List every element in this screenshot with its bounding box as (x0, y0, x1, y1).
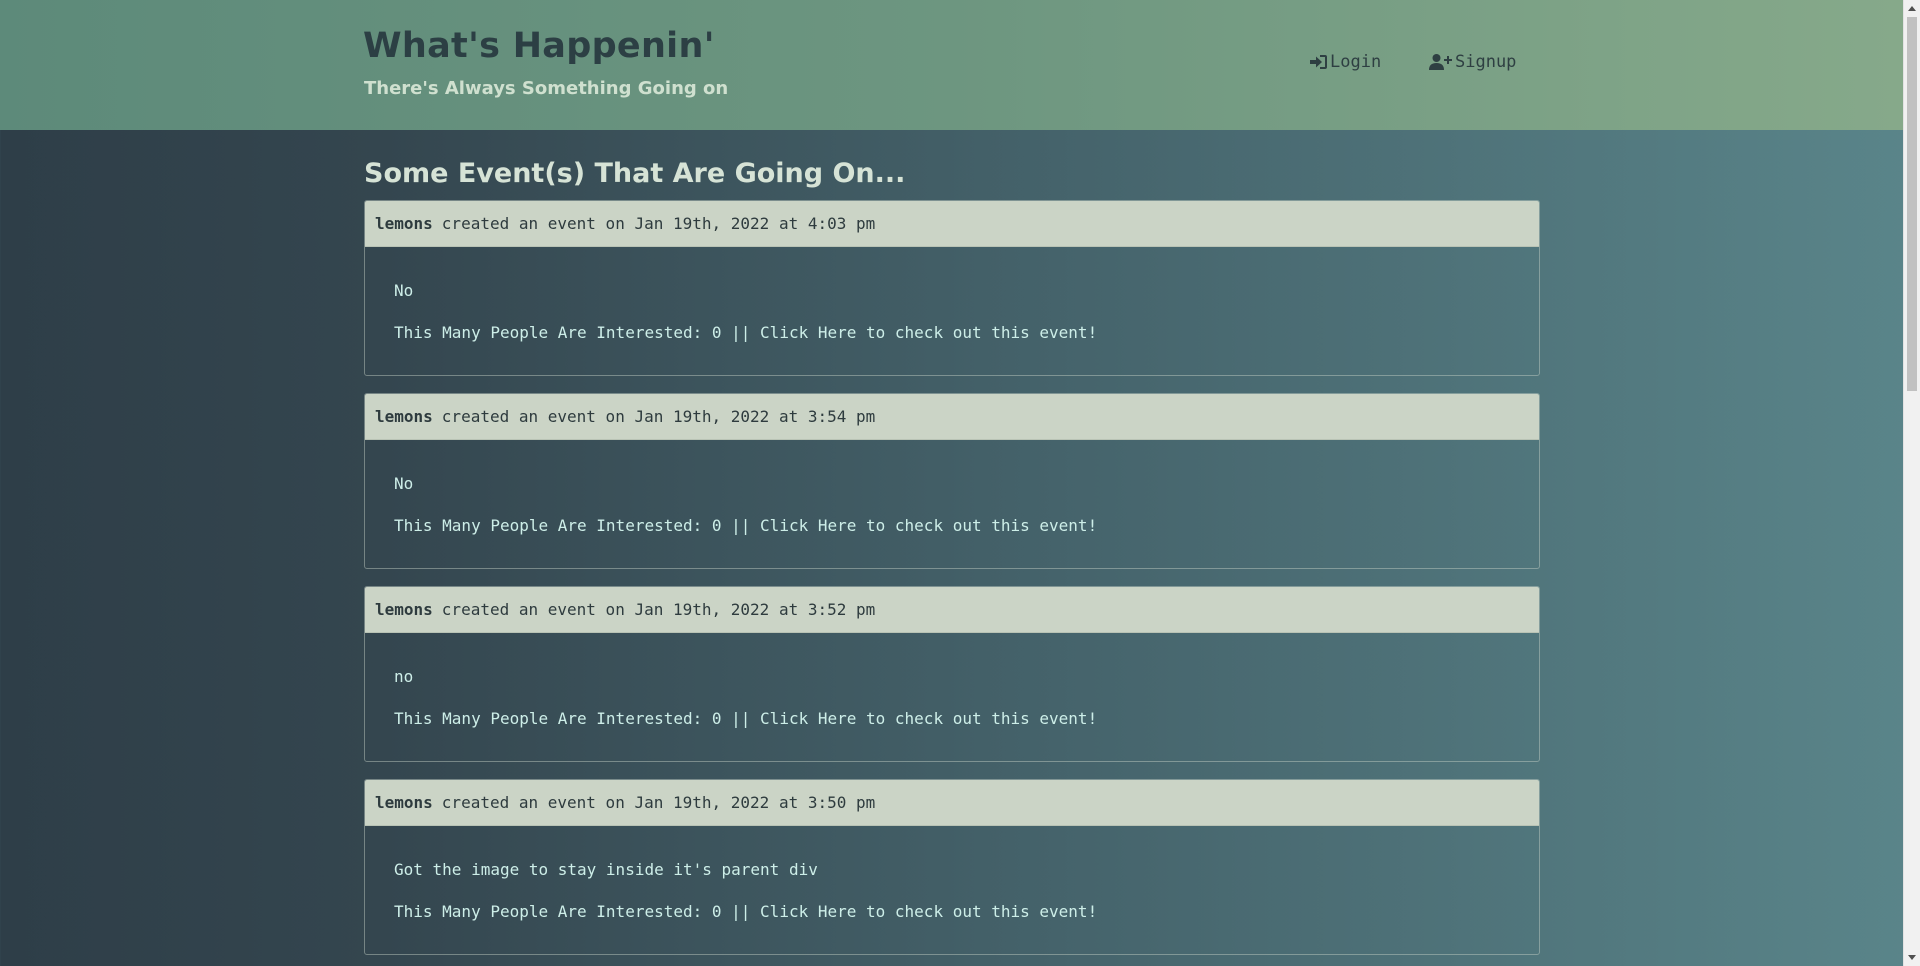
user-plus-icon (1429, 53, 1453, 71)
event-card: lemons created an event on Jan 19th, 202… (364, 586, 1540, 762)
event-card-body: No This Many People Are Interested: 0 ||… (365, 440, 1539, 536)
event-card: lemons created an event on Jan 19th, 202… (364, 200, 1540, 376)
event-created-text: created an event on Jan 19th, 2022 at 4:… (441, 214, 876, 233)
event-author: lemons (375, 600, 433, 619)
event-description: No (394, 281, 414, 300)
event-link[interactable]: Click Here to check out this event! (760, 709, 1097, 728)
event-interest-count: This Many People Are Interested: 0 || (394, 902, 761, 921)
login-label: Login (1330, 52, 1382, 72)
page-scrollbar[interactable] (1903, 0, 1920, 966)
login-link[interactable]: Login (1309, 52, 1381, 72)
scroll-down-arrow-icon[interactable] (1908, 955, 1916, 960)
scrollbar-thumb[interactable] (1907, 17, 1917, 391)
event-interest-line: This Many People Are Interested: 0 || Cl… (394, 516, 1539, 536)
event-interest-line: This Many People Are Interested: 0 || Cl… (394, 902, 1539, 922)
event-card-header: lemons created an event on Jan 19th, 202… (365, 780, 1539, 826)
event-card-body: No This Many People Are Interested: 0 ||… (365, 247, 1539, 343)
event-created-text: created an event on Jan 19th, 2022 at 3:… (441, 793, 876, 812)
sign-in-icon (1309, 53, 1328, 71)
event-card-body: no This Many People Are Interested: 0 ||… (365, 633, 1539, 729)
event-interest-line: This Many People Are Interested: 0 || Cl… (394, 323, 1539, 343)
event-author: lemons (375, 407, 433, 426)
event-link[interactable]: Click Here to check out this event! (760, 323, 1097, 342)
event-description: No (394, 474, 414, 493)
event-created-text: created an event on Jan 19th, 2022 at 3:… (441, 407, 876, 426)
event-card-header: lemons created an event on Jan 19th, 202… (365, 201, 1539, 247)
event-card: lemons created an event on Jan 19th, 202… (364, 779, 1540, 955)
event-description: Got the image to stay inside it's parent… (394, 860, 818, 879)
event-card: lemons created an event on Jan 19th, 202… (364, 393, 1540, 569)
event-card-body: Got the image to stay inside it's parent… (365, 826, 1539, 922)
signup-label: Signup (1455, 52, 1517, 72)
event-created-text: created an event on Jan 19th, 2022 at 3:… (441, 600, 876, 619)
event-card-header: lemons created an event on Jan 19th, 202… (365, 587, 1539, 633)
event-link[interactable]: Click Here to check out this event! (760, 902, 1097, 921)
event-interest-line: This Many People Are Interested: 0 || Cl… (394, 709, 1539, 729)
site-subtitle: There's Always Something Going on (364, 78, 729, 99)
event-interest-count: This Many People Are Interested: 0 || (394, 516, 761, 535)
events-heading: Some Event(s) That Are Going On... (364, 158, 906, 189)
site-header: What's Happenin' There's Always Somethin… (0, 0, 1903, 130)
event-list: lemons created an event on Jan 19th, 202… (364, 200, 1540, 966)
scroll-up-arrow-icon[interactable] (1908, 6, 1916, 11)
event-interest-count: This Many People Are Interested: 0 || (394, 709, 761, 728)
site-title[interactable]: What's Happenin' (363, 26, 715, 66)
event-author: lemons (375, 214, 433, 233)
signup-link[interactable]: Signup (1429, 52, 1516, 72)
event-author: lemons (375, 793, 433, 812)
event-link[interactable]: Click Here to check out this event! (760, 516, 1097, 535)
event-description: no (394, 667, 414, 686)
event-card-header: lemons created an event on Jan 19th, 202… (365, 394, 1539, 440)
event-interest-count: This Many People Are Interested: 0 || (394, 323, 761, 342)
